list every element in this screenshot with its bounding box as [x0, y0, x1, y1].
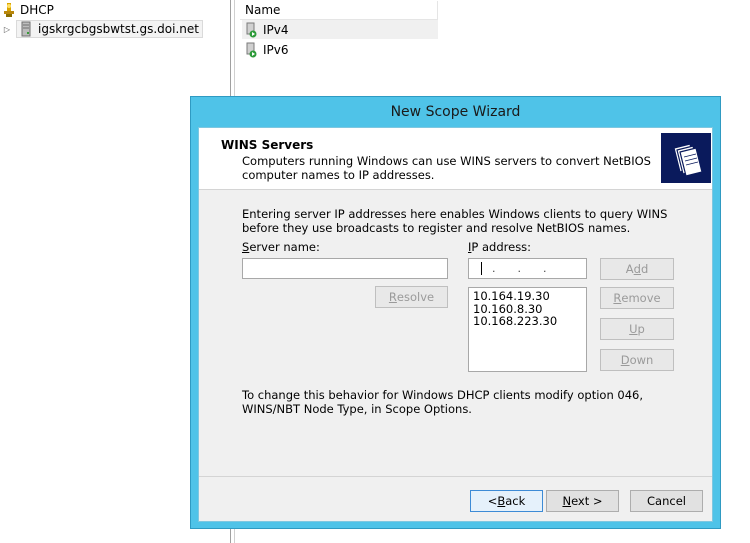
page-description: Computers running Windows can use WINS s… — [242, 154, 651, 182]
expand-arrow-icon[interactable]: ▷ — [2, 24, 12, 34]
list-item-ipv6-label: IPv6 — [263, 42, 289, 57]
remove-button-accel: R — [613, 291, 622, 305]
folders-icon — [661, 133, 711, 183]
list-item-ipv4[interactable]: IPv4 — [242, 20, 438, 39]
dhcp-icon — [2, 2, 16, 18]
add-button-accel: d — [633, 262, 641, 276]
up-button-rest: p — [637, 322, 645, 336]
next-button[interactable]: Next > — [546, 490, 619, 512]
resolve-button-rest: esolve — [396, 290, 435, 304]
server-icon — [20, 21, 34, 37]
tree-item-dhcp-label: DHCP — [20, 3, 54, 17]
list-item-ipv4-label: IPv4 — [263, 22, 289, 37]
tree-item-server[interactable]: ▷ igskrgcbgsbwtst.gs.doi.net — [2, 20, 203, 38]
ip-dot-separator: . — [543, 262, 547, 275]
back-button-pre: < — [487, 494, 498, 508]
ip-address-label-rest: P address: — [471, 240, 532, 254]
down-button-rest: own — [629, 353, 654, 367]
new-scope-wizard-dialog: New Scope Wizard WINS Servers Computers … — [190, 96, 721, 529]
next-button-accel: N — [562, 494, 572, 508]
up-button-accel: U — [629, 322, 638, 336]
down-button[interactable]: Down — [600, 349, 674, 371]
column-header-name[interactable]: Name — [240, 1, 438, 20]
list-item-ipv6[interactable]: IPv6 — [242, 40, 438, 59]
tree-item-dhcp[interactable]: DHCP — [2, 1, 54, 19]
next-button-rest: ext > — [571, 494, 603, 508]
server-name-label-rest: erver name: — [249, 240, 320, 254]
back-button-accel: B — [497, 494, 506, 508]
resolve-button[interactable]: Resolve — [375, 286, 448, 308]
down-button-accel: D — [620, 353, 630, 367]
list-item[interactable]: 10.164.19.30 — [473, 290, 582, 303]
wizard-header: WINS Servers Computers running Windows c… — [199, 128, 712, 190]
mmc-window: DHCP ▷ igskrgcbgsbwtst.gs.doi.net Name I… — [0, 0, 750, 543]
wins-server-list[interactable]: 10.164.19.30 10.160.8.30 10.168.223.30 — [468, 287, 587, 372]
ip-address-label: IP address: — [468, 240, 531, 254]
up-button[interactable]: Up — [600, 318, 674, 340]
remove-button-rest: emove — [621, 291, 661, 305]
resolve-button-accel: R — [388, 290, 397, 304]
ip-dot-separator: . — [517, 262, 522, 275]
tree-item-server-label: igskrgcbgsbwtst.gs.doi.net — [38, 22, 199, 36]
cancel-button[interactable]: Cancel — [630, 490, 703, 512]
back-button[interactable]: < Back — [470, 490, 543, 512]
ip-scope-icon — [245, 42, 259, 58]
ip-scope-icon — [245, 22, 259, 38]
remove-button[interactable]: Remove — [600, 287, 674, 309]
ip-dot-separator: . — [492, 262, 496, 275]
back-button-rest: ack — [505, 494, 526, 508]
dialog-client-area: WINS Servers Computers running Windows c… — [198, 127, 713, 522]
tree-item-server-selection: igskrgcbgsbwtst.gs.doi.net — [16, 20, 203, 38]
list-item[interactable]: 10.168.223.30 — [473, 315, 582, 328]
server-name-label: Server name: — [242, 240, 320, 254]
dialog-title[interactable]: New Scope Wizard — [191, 97, 720, 127]
ip-address-input[interactable]: . . . — [468, 258, 587, 279]
add-button-rest: d — [640, 262, 649, 276]
text-caret — [481, 262, 482, 275]
add-button[interactable]: Add — [600, 258, 674, 280]
page-title: WINS Servers — [221, 138, 314, 152]
add-button-pre: A — [625, 262, 634, 276]
instruction-text: Entering server IP addresses here enable… — [242, 207, 668, 235]
server-name-input[interactable] — [242, 258, 448, 279]
option-046-note: To change this behavior for Windows DHCP… — [242, 388, 643, 416]
divider — [199, 476, 712, 477]
